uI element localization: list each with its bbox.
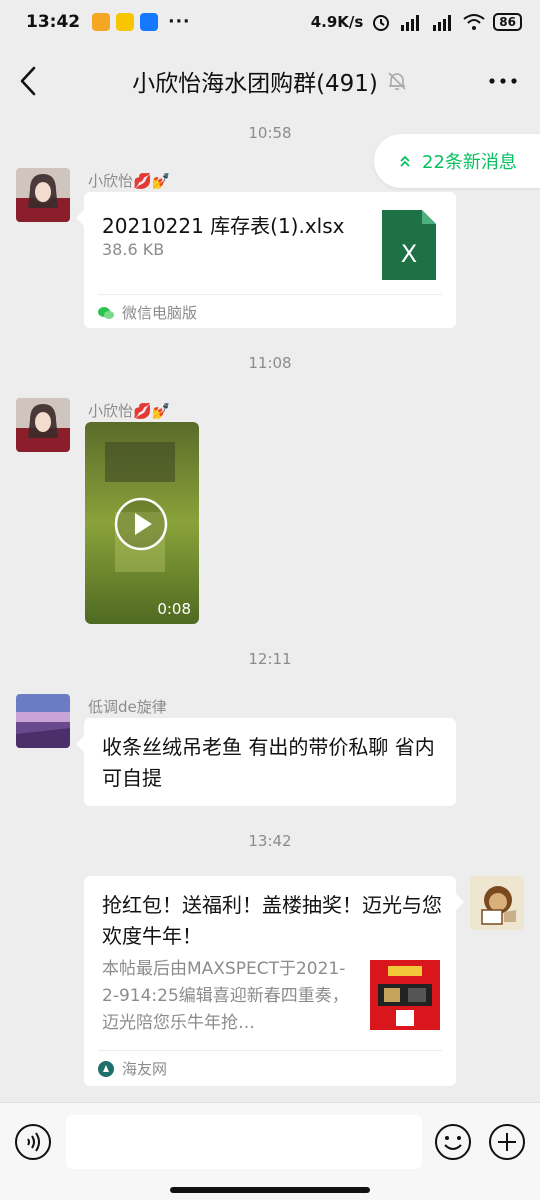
notification-app-icon [116, 13, 135, 31]
link-title: 抢红包！送福利！盖楼抽奖！迈光与您欢度牛年！ [102, 893, 442, 948]
status-bar: 13:42 ··· 4.9K/s 86 [0, 0, 540, 44]
signal-hd-icon [433, 15, 452, 31]
sender-name: 小欣怡💋💅 [88, 172, 171, 190]
file-source-label: 微信电脑版 [122, 304, 198, 322]
signal-hd-icon [401, 15, 420, 31]
file-message-card[interactable]: 20210221 库存表(1).xlsx 38.6 KB X 微信电脑版 [76, 192, 456, 328]
sender-name: 低调de旋律 [88, 698, 167, 716]
message-input-bar [0, 1102, 540, 1200]
wifi-icon [463, 14, 485, 30]
battery-level: 86 [493, 13, 522, 31]
excel-file-icon: X [382, 210, 436, 280]
more-options-icon[interactable] [488, 71, 518, 91]
chat-header: 小欣怡海水团购群(491) [0, 44, 540, 118]
message-timestamp: 12:11 [248, 650, 292, 668]
emoji-icon[interactable] [434, 1123, 472, 1161]
file-source: 微信电脑版 [98, 302, 197, 323]
status-time: 13:42 [26, 12, 81, 32]
notification-app-icon [140, 13, 159, 31]
plus-icon[interactable] [488, 1123, 526, 1161]
message-timestamp: 10:58 [248, 124, 292, 142]
alarm-icon [373, 15, 390, 31]
link-thumbnail [370, 960, 440, 1030]
chat-message-list[interactable]: 22条新消息 10:58 小欣怡💋💅 20210221 库存表(1).xlsx … [0, 118, 540, 1102]
double-chevron-up-icon [400, 155, 410, 167]
message-input[interactable] [66, 1115, 422, 1169]
message-text: 收条丝绒吊老鱼 有出的带价私聊 省内可自提 [102, 735, 435, 790]
link-message-card[interactable]: 抢红包！送福利！盖楼抽奖！迈光与您欢度牛年！ 本帖最后由MAXSPECT于202… [84, 876, 464, 1086]
my-avatar[interactable] [470, 876, 524, 930]
back-arrow-icon[interactable] [14, 64, 44, 98]
card-divider [98, 1050, 442, 1051]
file-size: 38.6 KB [102, 240, 165, 259]
chat-title: 小欣怡海水团购群(491) [132, 71, 378, 97]
new-messages-pill[interactable]: 22条新消息 [374, 134, 540, 188]
message-timestamp: 11:08 [248, 354, 292, 372]
home-indicator [170, 1187, 370, 1193]
haiyou-logo-icon [98, 1060, 114, 1077]
more-notifications-icon: ··· [168, 12, 191, 32]
link-source: 海友网 [98, 1058, 167, 1079]
status-app-icons [92, 13, 159, 31]
network-speed: 4.9K/s [310, 13, 364, 31]
play-icon[interactable] [114, 497, 168, 551]
text-message-bubble[interactable]: 收条丝绒吊老鱼 有出的带价私聊 省内可自提 [76, 718, 456, 806]
video-duration: 0:08 [157, 600, 191, 618]
new-messages-label: 22条新消息 [422, 152, 517, 173]
video-message[interactable]: 0:08 [85, 422, 199, 624]
link-source-label: 海友网 [122, 1060, 168, 1078]
wechat-pc-icon [98, 306, 114, 319]
excel-file-letter: X [401, 240, 417, 268]
avatar[interactable] [16, 398, 70, 452]
avatar[interactable] [16, 694, 70, 748]
file-name: 20210221 库存表(1).xlsx [102, 214, 345, 238]
voice-input-icon[interactable] [14, 1123, 52, 1161]
avatar[interactable] [16, 168, 70, 222]
message-timestamp: 13:42 [248, 832, 292, 850]
notification-app-icon [92, 13, 111, 31]
link-description: 本帖最后由MAXSPECT于2021-2-914:25编辑喜迎新春四重奏，迈光陪… [102, 959, 349, 1033]
mute-bell-icon [388, 72, 406, 90]
sender-name: 小欣怡💋💅 [88, 402, 171, 420]
card-divider [98, 294, 442, 295]
